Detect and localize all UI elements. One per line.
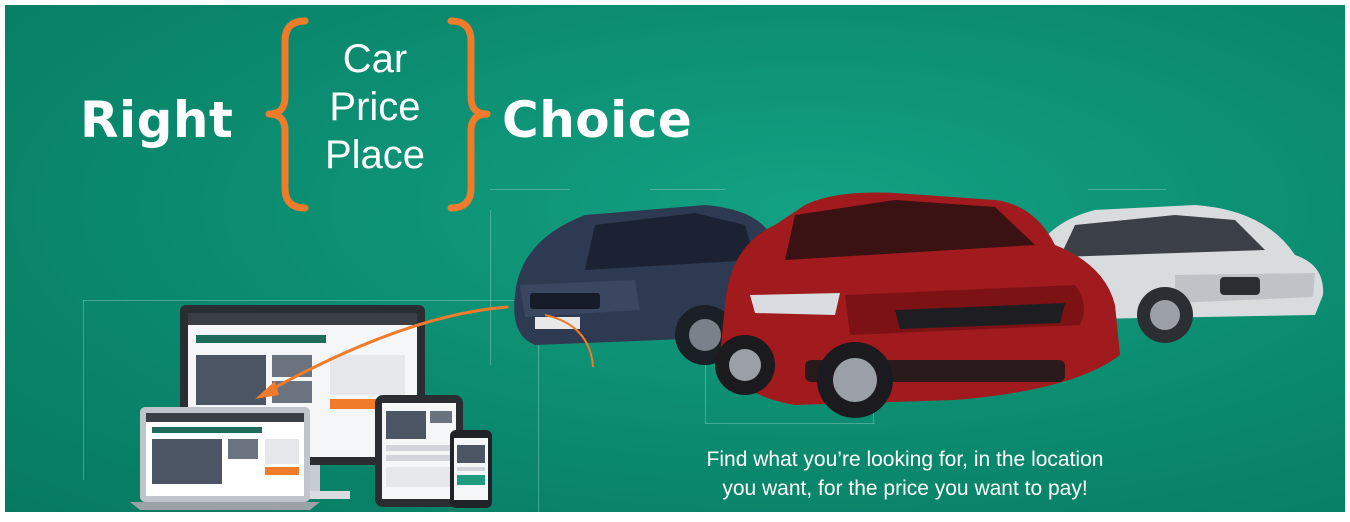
tablet-image [375, 395, 463, 507]
headline-option: Place [324, 133, 426, 177]
headline-option: Price [329, 85, 421, 129]
tagline-line: you want, for the price you want to pay! [722, 477, 1088, 500]
laptop-image [130, 407, 320, 510]
headline: Right Car Price Place Choice [5, 5, 765, 215]
cars-illustration [514, 192, 1324, 418]
left-brace-icon [265, 17, 309, 212]
right-brace-icon [447, 17, 491, 212]
headline-options: Car Price Place [315, 35, 435, 179]
headline-right-word: Choice [502, 91, 693, 149]
tagline-line: Find what you’re looking for, in the loc… [706, 448, 1104, 471]
tagline: Find what you’re looking for, in the loc… [625, 445, 1185, 503]
guide-line [83, 300, 84, 480]
hero-banner: Right Car Price Place Choice Find what y… [5, 5, 1345, 512]
phone-image [450, 430, 492, 508]
curved-arrow-icon [255, 305, 594, 399]
headline-option: Car [342, 37, 408, 81]
headline-left-word: Right [80, 91, 234, 149]
